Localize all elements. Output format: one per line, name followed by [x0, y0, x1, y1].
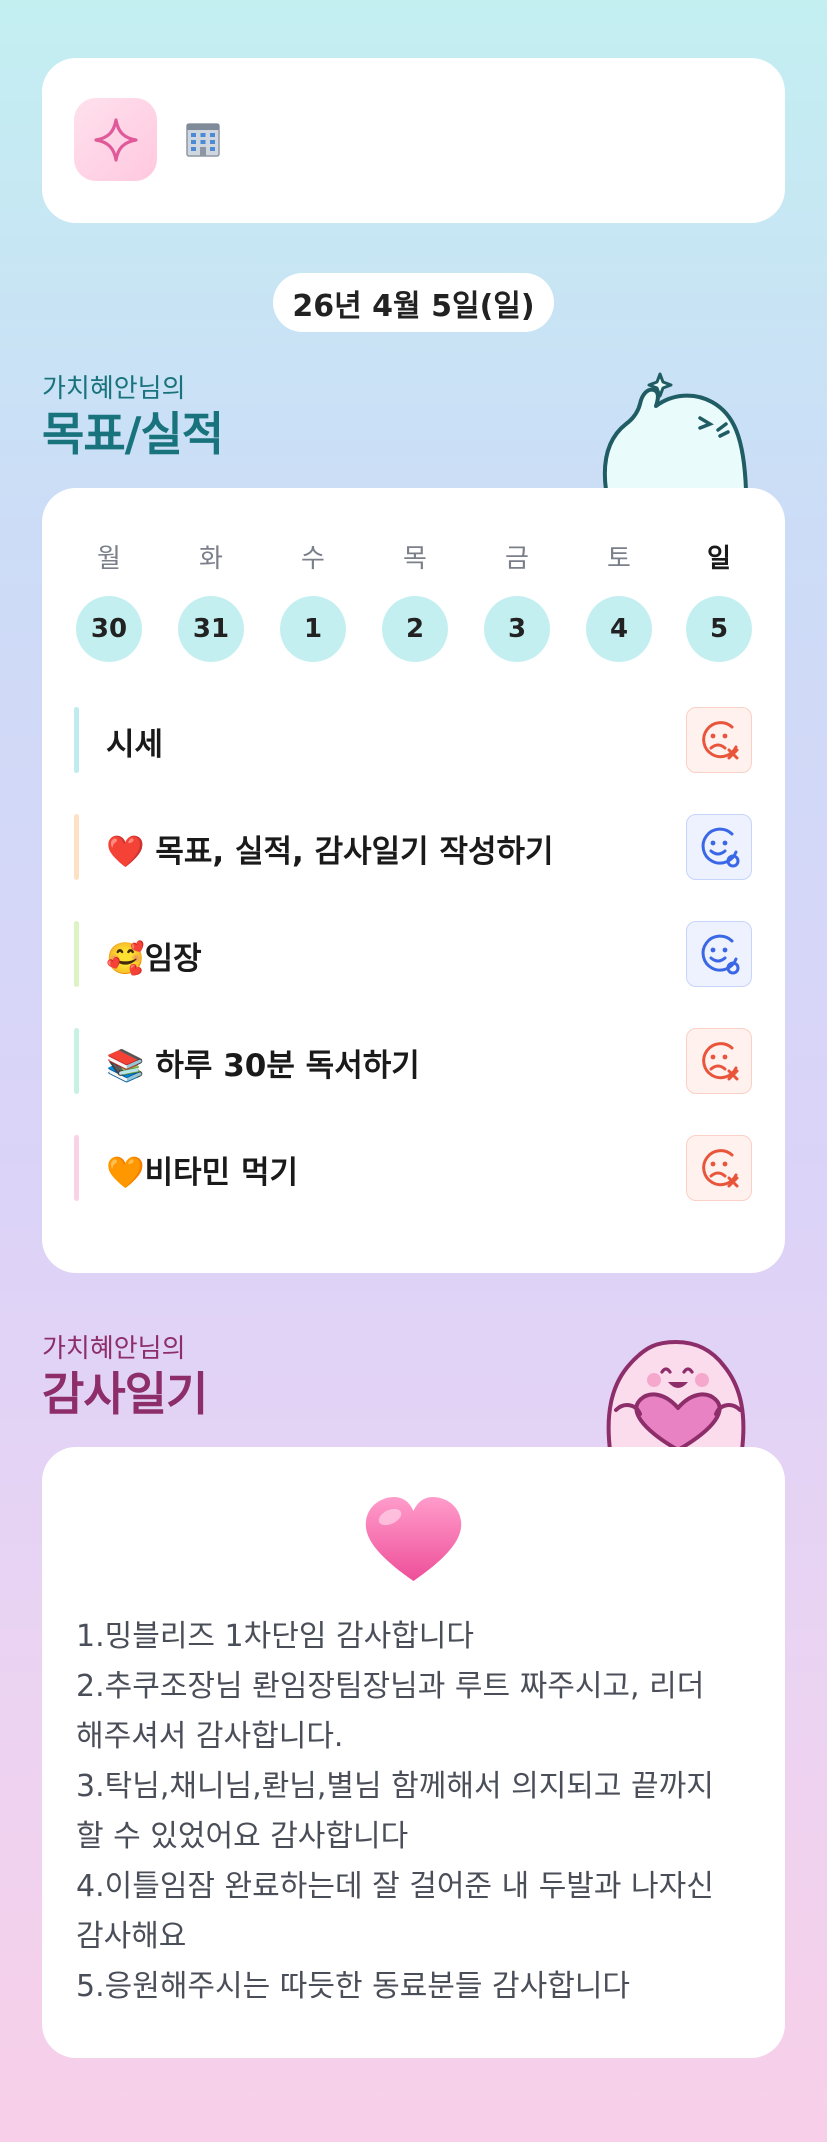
day-button-selected[interactable]: 5: [686, 596, 752, 662]
goals-card: 월 화 수 목 금 토 일 30 31 1 2 3 4 5 시세 ❤️ 목표, …: [42, 488, 785, 1273]
day-button[interactable]: 4: [586, 596, 652, 662]
diary-line: 5.응원해주시는 따듯한 동료분들 감사합니다: [76, 1969, 631, 2004]
diary-line: 감사해요: [76, 1919, 187, 1954]
status-fail-icon[interactable]: [686, 1028, 752, 1094]
goal-color-bar: [74, 1135, 79, 1201]
goal-row[interactable]: 🥰임장: [74, 921, 752, 987]
goal-row[interactable]: 🧡비타민 먹기: [74, 1135, 752, 1201]
goal-label: 시세: [106, 727, 164, 763]
diary-line: 할 수 있었어요 감사합니다: [76, 1819, 409, 1854]
day-button[interactable]: 31: [178, 596, 244, 662]
diary-section-title: 감사일기: [42, 1367, 208, 1421]
status-fail-icon[interactable]: [686, 707, 752, 773]
date-pill[interactable]: 26년 4월 5일(일): [273, 273, 554, 332]
day-button[interactable]: 30: [76, 596, 142, 662]
weekday-fri: 금: [505, 544, 529, 574]
goal-label: 🥰임장: [106, 941, 202, 977]
goal-color-bar: [74, 707, 79, 773]
office-building-icon[interactable]: [184, 120, 222, 158]
goal-label: 📚 하루 30분 독서하기: [106, 1048, 420, 1084]
status-fail-icon[interactable]: [686, 1135, 752, 1201]
day-button[interactable]: 3: [484, 596, 550, 662]
weekday-sat: 토: [607, 544, 631, 574]
diary-line: 1.밍블리즈 1차단임 감사합니다: [76, 1619, 474, 1654]
goal-row[interactable]: 📚 하루 30분 독서하기: [74, 1028, 752, 1094]
day-button[interactable]: 2: [382, 596, 448, 662]
pink-mascot-icon: [606, 1340, 746, 1450]
diary-line: 해주셔서 감사합니다.: [76, 1719, 344, 1754]
goal-label: ❤️ 목표, 실적, 감사일기 작성하기: [106, 834, 554, 870]
weekday-tue: 화: [199, 544, 223, 574]
goal-label: 🧡비타민 먹기: [106, 1155, 298, 1191]
goal-color-bar: [74, 814, 79, 880]
header-card: [42, 58, 785, 223]
diary-card: 1.밍블리즈 1차단임 감사합니다 2.추쿠조장님 롼임장팀장님과 루트 짜주시…: [42, 1447, 785, 2058]
goal-row[interactable]: 시세: [74, 707, 752, 773]
goal-row[interactable]: ❤️ 목표, 실적, 감사일기 작성하기: [74, 814, 752, 880]
goals-section-title: 목표/실적: [42, 407, 224, 461]
goal-color-bar: [74, 921, 79, 987]
ghost-mascot-icon: [602, 372, 748, 490]
diary-line: 3.탁님,채니님,롼님,별님 함께해서 의지되고 끝까지: [76, 1769, 714, 1804]
weekday-sun: 일: [707, 544, 731, 574]
goal-color-bar: [74, 1028, 79, 1094]
diary-line: 2.추쿠조장님 롼임장팀장님과 루트 짜주시고, 리더: [76, 1669, 705, 1704]
sparkle-icon[interactable]: [74, 98, 157, 181]
status-done-icon[interactable]: [686, 921, 752, 987]
diary-line: 4.이틀임잠 완료하는데 잘 걸어준 내 두발과 나자신: [76, 1869, 714, 1904]
day-button[interactable]: 1: [280, 596, 346, 662]
diary-text: 1.밍블리즈 1차단임 감사합니다 2.추쿠조장님 롼임장팀장님과 루트 짜주시…: [76, 1612, 766, 2012]
status-done-icon[interactable]: [686, 814, 752, 880]
heart-icon: [362, 1493, 465, 1585]
weekday-mon: 월: [97, 544, 121, 574]
weekday-thu: 목: [403, 544, 427, 574]
weekday-wed: 수: [301, 544, 325, 574]
